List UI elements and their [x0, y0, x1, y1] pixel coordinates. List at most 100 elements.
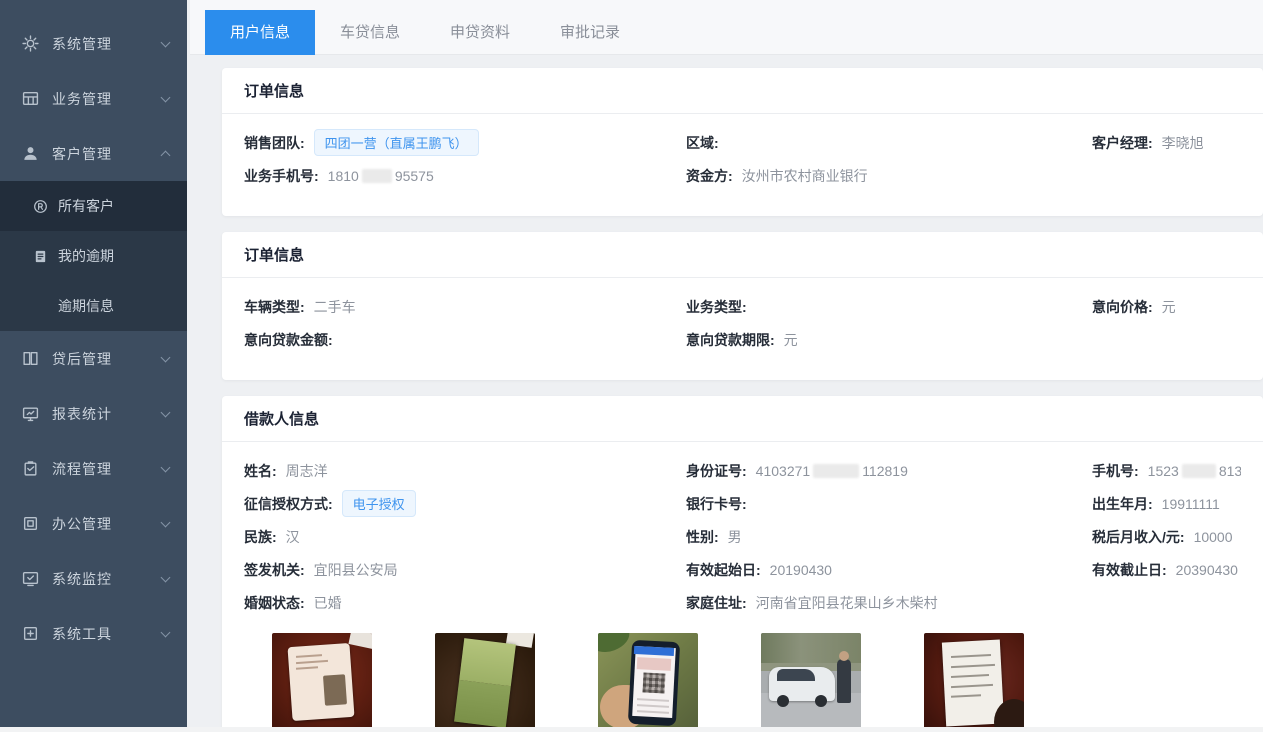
sidebar-item-report-statistics[interactable]: 报表统计 — [0, 386, 187, 441]
order-info-card-1: 订单信息 销售团队: 四团一营（直属王鹏飞） 区域: 客户经理: 李晓旭 业务手… — [222, 68, 1263, 216]
gear-icon — [22, 35, 39, 52]
sidebar-item-label: 客户管理 — [52, 144, 162, 164]
sidebar-item-office-management[interactable]: 办公管理 — [0, 496, 187, 551]
field-label: 有效截止日: — [1092, 560, 1167, 580]
monitor-icon — [22, 405, 39, 422]
tab-car-loan-info[interactable]: 车贷信息 — [315, 10, 425, 55]
field-label: 家庭住址: — [686, 593, 747, 613]
credit-auth-tag[interactable]: 电子授权 — [342, 490, 416, 517]
field-ethnicity: 民族: 汉 — [244, 520, 686, 553]
sidebar-item-process-management[interactable]: 流程管理 — [0, 441, 187, 496]
photo-detail — [777, 669, 815, 681]
handwritten-document-photo-thumbnail[interactable] — [924, 633, 1024, 732]
sidebar-item-all-customers[interactable]: 所有客户 — [0, 181, 187, 231]
green-booklet-photo-thumbnail[interactable] — [435, 633, 535, 732]
clipboard-icon — [22, 460, 39, 477]
field-label: 业务类型: — [686, 297, 747, 317]
photo-figure: 其他材料 — [924, 633, 1024, 732]
tab-approval-record[interactable]: 审批记录 — [535, 10, 645, 55]
order-info-card-2: 订单信息 车辆类型: 二手车 业务类型: 意向价格: 元 意向贷款金额: — [222, 232, 1263, 380]
field-label: 民族: — [244, 527, 277, 547]
sidebar-item-label: 业务管理 — [52, 89, 162, 109]
field-value: 河南省宜阳县花果山乡木柴村 — [756, 593, 938, 613]
monitor-check-icon — [22, 570, 39, 587]
redacted-text — [813, 464, 859, 478]
tab-user-info[interactable]: 用户信息 — [205, 10, 315, 55]
borrower-info-card: 借款人信息 姓名: 周志洋 身份证号: 4103271112819 手机号: 1… — [222, 396, 1263, 732]
field-label: 身份证号: — [686, 461, 747, 481]
field-label: 意向贷款期限: — [686, 330, 775, 350]
field-value: 元 — [1162, 297, 1176, 317]
photo-detail — [837, 659, 851, 703]
photo-detail — [454, 638, 516, 728]
sidebar: 系统管理 业务管理 客户管理 所有客户 — [0, 0, 187, 732]
photo-detail — [815, 695, 827, 707]
field-value: 已婚 — [314, 593, 342, 613]
sidebar-item-system-tools[interactable]: 系统工具 — [0, 606, 187, 661]
id-card-photo-thumbnail[interactable] — [272, 633, 372, 732]
card-title: 订单信息 — [222, 232, 1263, 278]
sidebar-item-post-loan-management[interactable]: 贷后管理 — [0, 331, 187, 386]
open-book-icon — [22, 350, 39, 367]
card-title: 订单信息 — [222, 68, 1263, 114]
tab-loan-application-docs[interactable]: 申贷资料 — [425, 10, 535, 55]
order-info-1-fields: 销售团队: 四团一营（直属王鹏飞） 区域: 客户经理: 李晓旭 业务手机号: 1… — [222, 114, 1263, 216]
chevron-down-icon — [161, 462, 171, 472]
sidebar-item-label: 所有客户 — [58, 196, 114, 216]
sales-team-tag[interactable]: 四团一营（直属王鹏飞） — [314, 129, 479, 156]
horizontal-scrollbar[interactable] — [0, 727, 1263, 732]
field-home-address: 家庭住址: 河南省宜阳县花果山乡木柴村 — [686, 586, 1092, 619]
field-value: 周志洋 — [286, 461, 328, 481]
field-label: 婚姻状态: — [244, 593, 305, 613]
field-credit-auth-method: 征信授权方式: 电子授权 — [244, 487, 686, 520]
sidebar-item-label: 我的逾期 — [58, 246, 114, 266]
sidebar-item-customer-management[interactable]: 客户管理 — [0, 126, 187, 181]
sidebar-item-my-overdue[interactable]: 我的逾期 — [0, 231, 187, 281]
field-value: 男 — [728, 527, 742, 547]
field-value: 李晓旭 — [1162, 133, 1204, 153]
field-value: 4103271112819 — [756, 463, 908, 479]
field-value: 181095575 — [328, 168, 434, 184]
field-label: 签发机关: — [244, 560, 305, 580]
field-value: 19911111 — [1162, 496, 1220, 512]
photo-detail — [637, 657, 672, 671]
field-gender: 性别: 男 — [686, 520, 1092, 553]
field-business-phone: 业务手机号: 181095575 — [244, 159, 686, 192]
field-label: 税后月收入/元: — [1092, 527, 1185, 547]
field-label: 出生年月: — [1092, 494, 1153, 514]
chevron-down-icon — [161, 407, 171, 417]
phone-qr-photo-thumbnail[interactable] — [598, 633, 698, 732]
sidebar-item-system-monitor[interactable]: 系统监控 — [0, 551, 187, 606]
borrower-info-body: 姓名: 周志洋 身份证号: 4103271112819 手机号: 1523813… — [222, 442, 1263, 732]
chevron-down-icon — [161, 627, 171, 637]
field-business-type: 业务类型: — [686, 290, 1092, 323]
photo-figure: 身份证照片 — [272, 633, 372, 732]
field-intent-loan-term: 意向贷款期限: 元 — [686, 323, 1092, 356]
tab-bar: 用户信息 车贷信息 申贷资料 审批记录 — [190, 0, 1263, 55]
sidebar-item-label: 流程管理 — [52, 459, 162, 479]
field-value: 20390430 — [1176, 562, 1238, 578]
field-bank-card: 银行卡号: — [686, 487, 1092, 520]
field-id-number: 身份证号: 4103271112819 — [686, 454, 1092, 487]
field-label: 性别: — [686, 527, 719, 547]
chevron-up-icon — [161, 151, 171, 161]
field-value: 汝州市农村商业银行 — [742, 166, 868, 186]
sidebar-item-system-management[interactable]: 系统管理 — [0, 16, 187, 71]
field-value: 10000 — [1194, 529, 1233, 545]
field-valid-end-date: 有效截止日: 20390430 — [1092, 553, 1241, 586]
sidebar-item-overdue-info[interactable]: 逾期信息 — [0, 281, 187, 331]
photo-figure: 人车合影 — [761, 633, 861, 732]
chevron-down-icon — [161, 37, 171, 47]
field-vehicle-type: 车辆类型: 二手车 — [244, 290, 686, 323]
field-empty — [1092, 586, 1241, 619]
user-icon — [22, 145, 39, 162]
photo-figure: 行驶证照片 — [435, 633, 535, 732]
field-value: 元 — [784, 330, 798, 350]
photo-detail — [323, 674, 347, 705]
order-info-2-fields: 车辆类型: 二手车 业务类型: 意向价格: 元 意向贷款金额: 意向贷款期限: — [222, 278, 1263, 380]
person-with-car-photo-thumbnail[interactable] — [761, 633, 861, 732]
photo-detail — [839, 651, 849, 661]
sidebar-item-business-management[interactable]: 业务管理 — [0, 71, 187, 126]
toolbox-plus-icon — [22, 625, 39, 642]
document-icon — [33, 249, 48, 264]
